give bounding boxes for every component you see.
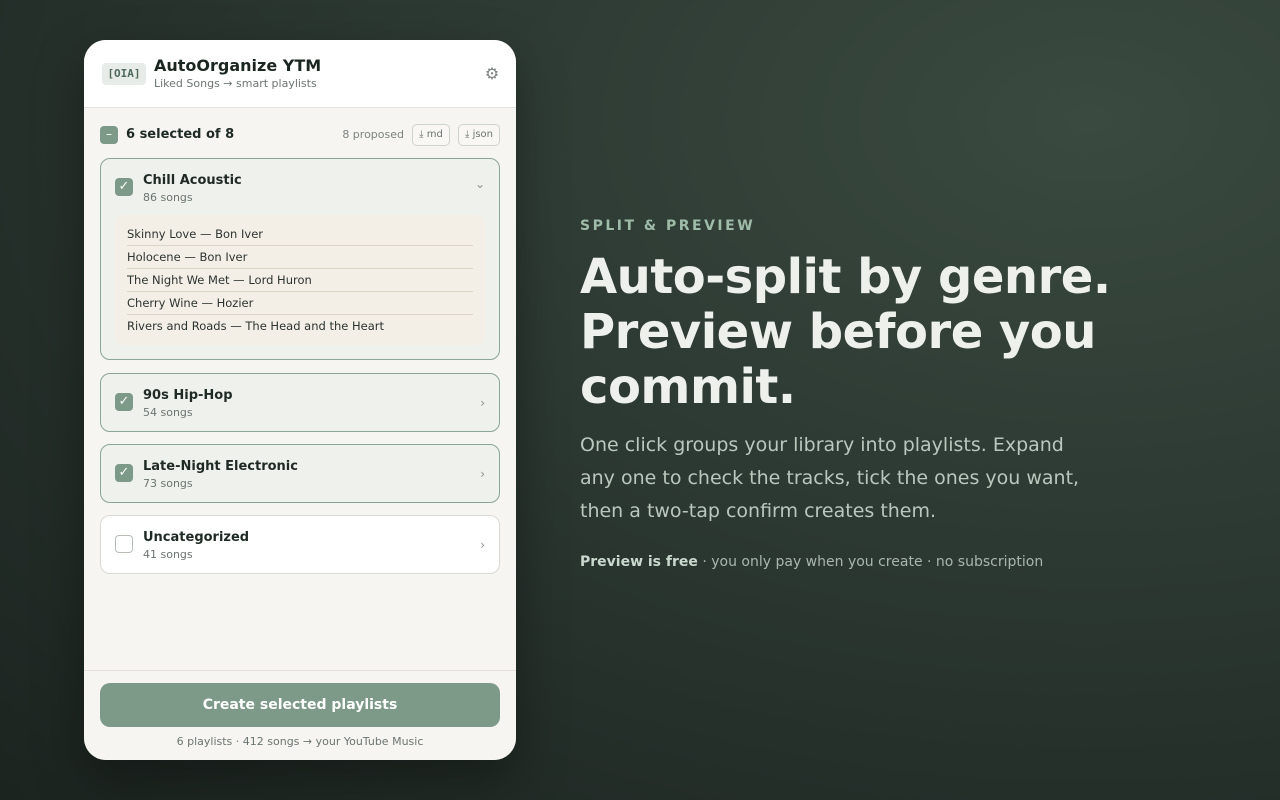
export-md-button[interactable]: ⤓ md xyxy=(412,124,450,146)
playlist-name: Late-Night Electronic xyxy=(143,459,298,474)
playlist-card-90s-hip-hop[interactable]: ✓ 90s Hip-Hop 54 songs › xyxy=(100,373,500,432)
pricing-highlight: Preview is free xyxy=(580,554,698,570)
playlist-song-count: 54 songs xyxy=(143,406,193,419)
playlist-name: Chill Acoustic xyxy=(143,173,242,188)
selection-bar: – 6 selected of 8 8 proposed ⤓ md ⤓ json xyxy=(100,124,500,146)
footer-summary: 6 playlists · 412 songs → your YouTube M… xyxy=(176,735,424,748)
playlist-name: Uncategorized xyxy=(143,530,250,545)
playlist-name: 90s Hip-Hop xyxy=(143,388,233,403)
app-title: AutoOrganize YTM xyxy=(154,56,322,75)
proposed-count: 8 proposed xyxy=(342,128,404,141)
playlist-card-chill-acoustic[interactable]: ✓ Chill Acoustic 86 songs ⌄ Skinny Love … xyxy=(100,158,500,360)
extension-panel: [OIA] AutoOrganize YTM Liked Songs → sma… xyxy=(84,40,516,760)
hero-description: One click groups your library into playl… xyxy=(580,434,1080,522)
playlist-card-uncategorized[interactable]: Uncategorized 41 songs › xyxy=(100,515,500,574)
panel-header: [OIA] AutoOrganize YTM Liked Songs → sma… xyxy=(84,40,516,108)
export-json-button[interactable]: ⤓ json xyxy=(458,124,500,146)
selection-summary: 6 selected of 8 xyxy=(126,127,235,142)
track-preview-list: Skinny Love — Bon Iver Holocene — Bon Iv… xyxy=(115,215,485,345)
chevron-right-icon[interactable]: › xyxy=(480,538,485,552)
pricing-note: Preview is free · you only pay when you … xyxy=(580,554,1120,570)
app-logo: [OIA] xyxy=(102,63,146,85)
chevron-right-icon[interactable]: › xyxy=(480,467,485,481)
track-item: Rivers and Roads — The Head and the Hear… xyxy=(127,319,384,333)
playlist-song-count: 86 songs xyxy=(143,191,193,204)
select-all-checkbox[interactable]: – xyxy=(100,126,118,144)
panel-footer: Create selected playlists 6 playlists · … xyxy=(84,670,516,760)
playlist-card-late-night-electronic[interactable]: ✓ Late-Night Electronic 73 songs › xyxy=(100,444,500,503)
track-item: Cherry Wine — Hozier xyxy=(127,292,473,315)
pricing-details: · you only pay when you create · no subs… xyxy=(697,554,1044,570)
chevron-right-icon[interactable]: › xyxy=(480,396,485,410)
hero-headline: Auto-split by genre. Preview before you … xyxy=(580,249,1111,415)
track-item: The Night We Met — Lord Huron xyxy=(127,269,473,292)
hero-eyebrow: SPLIT & PREVIEW xyxy=(580,218,756,234)
playlist-checkbox[interactable]: ✓ xyxy=(115,393,133,411)
gear-icon[interactable]: ⚙ xyxy=(482,64,502,84)
chevron-down-icon[interactable]: ⌄ xyxy=(475,177,485,191)
playlist-checkbox[interactable]: ✓ xyxy=(115,178,133,196)
playlist-checkbox[interactable]: ✓ xyxy=(115,464,133,482)
playlist-song-count: 73 songs xyxy=(143,477,193,490)
track-item: Skinny Love — Bon Iver xyxy=(127,223,473,246)
hero-section: SPLIT & PREVIEW Auto-split by genre. Pre… xyxy=(580,218,1120,570)
track-item: Holocene — Bon Iver xyxy=(127,246,473,269)
playlist-song-count: 41 songs xyxy=(143,548,193,561)
playlist-checkbox[interactable] xyxy=(115,535,133,553)
create-playlists-button[interactable]: Create selected playlists xyxy=(100,683,500,727)
app-subtitle: Liked Songs → smart playlists xyxy=(154,77,317,90)
